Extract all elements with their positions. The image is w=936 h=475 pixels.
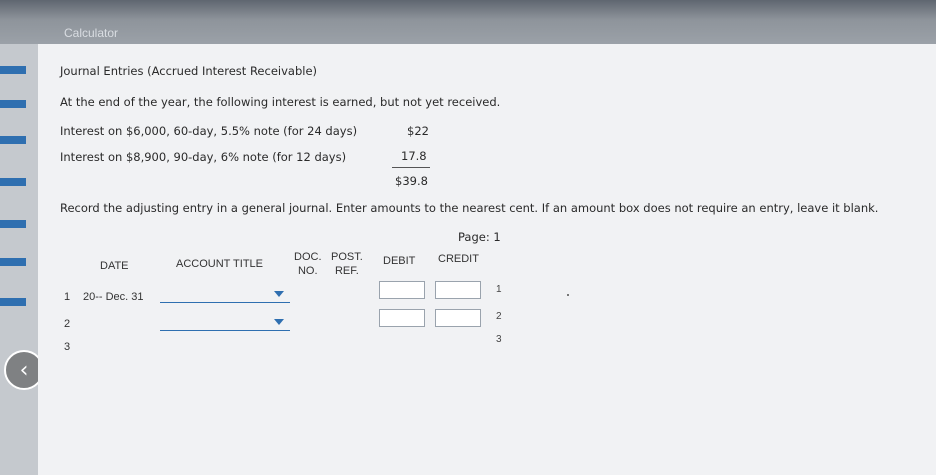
chevron-left-icon: ‹	[19, 357, 29, 383]
rail-tab[interactable]	[0, 258, 26, 266]
calculator-link[interactable]: Calculator	[64, 26, 118, 40]
total-rule	[392, 167, 430, 168]
caret-down-icon	[274, 291, 284, 297]
rail-tab[interactable]	[0, 136, 26, 144]
row-2-line-number: 2	[496, 311, 502, 322]
rail-tab[interactable]	[0, 100, 26, 108]
problem-intro: At the end of the year, the following in…	[60, 95, 501, 109]
instructions: Record the adjusting entry in a general …	[60, 201, 879, 215]
row-3-line-number: 3	[496, 334, 502, 345]
caret-down-icon	[274, 319, 284, 325]
header-post-ref: POST. REF.	[331, 250, 363, 278]
header-doc-line2: NO.	[297, 265, 318, 277]
row-2-account-select[interactable]	[160, 316, 290, 331]
header-post-line2: REF.	[334, 265, 359, 277]
left-navigation-rail	[0, 44, 38, 475]
row-1-number: 1	[64, 291, 71, 303]
row-1-line-number: 1	[496, 284, 502, 295]
interest-line-2-amount: 17.8	[401, 149, 427, 163]
interest-line-1-amount: $22	[407, 124, 429, 138]
window-top-bar	[0, 0, 936, 44]
header-debit: DEBIT	[383, 255, 416, 267]
row-1-date: 20-- Dec. 31	[83, 291, 144, 303]
header-doc-no: DOC. NO.	[294, 250, 322, 278]
rail-tab[interactable]	[0, 66, 26, 74]
interest-total: $39.8	[395, 174, 428, 188]
row-1-account-select[interactable]	[160, 288, 290, 303]
row-1-debit-input[interactable]	[379, 281, 425, 299]
interest-line-2-text: Interest on $8,900, 90-day, 6% note (for…	[60, 150, 347, 164]
row-2-credit-input[interactable]	[435, 309, 481, 327]
row-2-debit-input[interactable]	[379, 309, 425, 327]
rail-tab[interactable]	[0, 298, 26, 306]
header-doc-line1: DOC.	[294, 251, 322, 263]
row-2-number: 2	[64, 318, 71, 330]
row-1-credit-input[interactable]	[435, 281, 481, 299]
header-account-title: ACCOUNT TITLE	[176, 258, 263, 270]
problem-title: Journal Entries (Accrued Interest Receiv…	[60, 64, 318, 78]
rail-tab[interactable]	[0, 178, 26, 186]
header-date: DATE	[100, 260, 129, 272]
header-post-line1: POST.	[331, 251, 363, 263]
header-credit: CREDIT	[438, 253, 479, 265]
interest-line-1-text: Interest on $6,000, 60-day, 5.5% note (f…	[60, 124, 358, 138]
stray-dot	[567, 294, 569, 296]
row-3-number: 3	[64, 341, 71, 353]
question-panel: Journal Entries (Accrued Interest Receiv…	[38, 44, 936, 475]
rail-tab[interactable]	[0, 220, 26, 228]
journal-page-label: Page: 1	[458, 230, 501, 244]
